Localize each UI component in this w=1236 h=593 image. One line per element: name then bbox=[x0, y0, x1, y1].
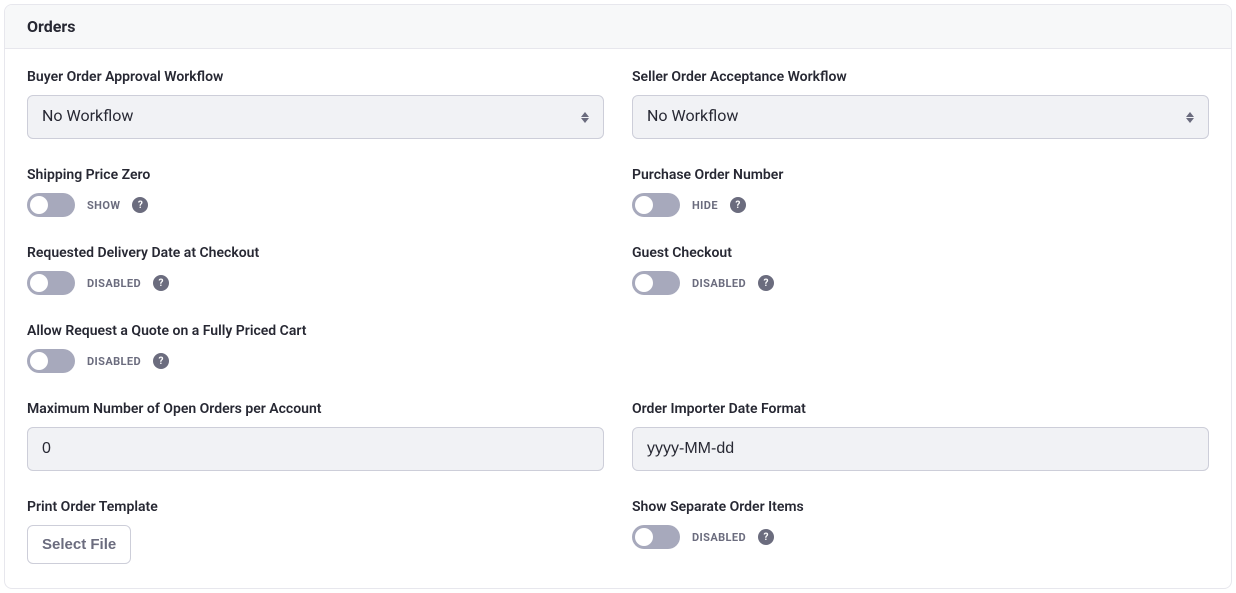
shipping-price-zero-toggle-row: SHOW ? bbox=[27, 193, 604, 217]
requested-delivery-toggle-row: DISABLED ? bbox=[27, 271, 604, 295]
requested-delivery-state: DISABLED bbox=[87, 277, 141, 290]
max-open-orders-label: Maximum Number of Open Orders per Accoun… bbox=[27, 401, 604, 417]
buyer-workflow-select[interactable]: No Workflow bbox=[27, 95, 604, 139]
help-icon[interactable]: ? bbox=[730, 197, 746, 213]
buyer-workflow-label: Buyer Order Approval Workflow bbox=[27, 69, 604, 85]
seller-workflow-select-wrap: No Workflow bbox=[632, 95, 1209, 139]
seller-workflow-field: Seller Order Acceptance Workflow No Work… bbox=[632, 69, 1209, 139]
shipping-price-zero-state: SHOW bbox=[87, 199, 120, 212]
help-icon[interactable]: ? bbox=[132, 197, 148, 213]
separate-items-field: Show Separate Order Items DISABLED ? bbox=[632, 499, 1209, 564]
purchase-order-number-state: HIDE bbox=[692, 199, 718, 212]
requested-delivery-field: Requested Delivery Date at Checkout DISA… bbox=[27, 245, 604, 295]
requested-delivery-label: Requested Delivery Date at Checkout bbox=[27, 245, 604, 261]
allow-quote-toggle-row: DISABLED ? bbox=[27, 349, 604, 373]
guest-checkout-field: Guest Checkout DISABLED ? bbox=[632, 245, 1209, 295]
shipping-price-zero-field: Shipping Price Zero SHOW ? bbox=[27, 167, 604, 217]
purchase-order-number-label: Purchase Order Number bbox=[632, 167, 1209, 183]
help-icon[interactable]: ? bbox=[758, 275, 774, 291]
guest-checkout-toggle-row: DISABLED ? bbox=[632, 271, 1209, 295]
guest-checkout-label: Guest Checkout bbox=[632, 245, 1209, 261]
purchase-order-number-field: Purchase Order Number HIDE ? bbox=[632, 167, 1209, 217]
date-format-input[interactable] bbox=[632, 427, 1209, 471]
purchase-order-number-toggle[interactable] bbox=[632, 193, 680, 217]
requested-delivery-toggle[interactable] bbox=[27, 271, 75, 295]
guest-checkout-toggle[interactable] bbox=[632, 271, 680, 295]
shipping-price-zero-toggle[interactable] bbox=[27, 193, 75, 217]
print-template-label: Print Order Template bbox=[27, 499, 604, 515]
guest-checkout-state: DISABLED bbox=[692, 277, 746, 290]
help-icon[interactable]: ? bbox=[153, 275, 169, 291]
help-icon[interactable]: ? bbox=[153, 353, 169, 369]
purchase-order-number-toggle-row: HIDE ? bbox=[632, 193, 1209, 217]
max-open-orders-input[interactable] bbox=[27, 427, 604, 471]
allow-quote-label: Allow Request a Quote on a Fully Priced … bbox=[27, 323, 604, 339]
allow-quote-toggle[interactable] bbox=[27, 349, 75, 373]
orders-card: Orders Buyer Order Approval Workflow No … bbox=[4, 4, 1232, 589]
card-title: Orders bbox=[27, 17, 1209, 36]
buyer-workflow-select-wrap: No Workflow bbox=[27, 95, 604, 139]
max-open-orders-field: Maximum Number of Open Orders per Accoun… bbox=[27, 401, 604, 471]
card-header: Orders bbox=[5, 5, 1231, 49]
help-icon[interactable]: ? bbox=[758, 529, 774, 545]
buyer-workflow-field: Buyer Order Approval Workflow No Workflo… bbox=[27, 69, 604, 139]
allow-quote-field: Allow Request a Quote on a Fully Priced … bbox=[27, 323, 604, 373]
print-template-field: Print Order Template Select File bbox=[27, 499, 604, 564]
separate-items-label: Show Separate Order Items bbox=[632, 499, 1209, 515]
allow-quote-state: DISABLED bbox=[87, 355, 141, 368]
separate-items-toggle-row: DISABLED ? bbox=[632, 525, 1209, 549]
separate-items-toggle[interactable] bbox=[632, 525, 680, 549]
date-format-field: Order Importer Date Format bbox=[632, 401, 1209, 471]
separate-items-state: DISABLED bbox=[692, 531, 746, 544]
card-body: Buyer Order Approval Workflow No Workflo… bbox=[5, 49, 1231, 588]
select-file-button[interactable]: Select File bbox=[27, 525, 131, 564]
seller-workflow-select[interactable]: No Workflow bbox=[632, 95, 1209, 139]
seller-workflow-label: Seller Order Acceptance Workflow bbox=[632, 69, 1209, 85]
shipping-price-zero-label: Shipping Price Zero bbox=[27, 167, 604, 183]
date-format-label: Order Importer Date Format bbox=[632, 401, 1209, 417]
